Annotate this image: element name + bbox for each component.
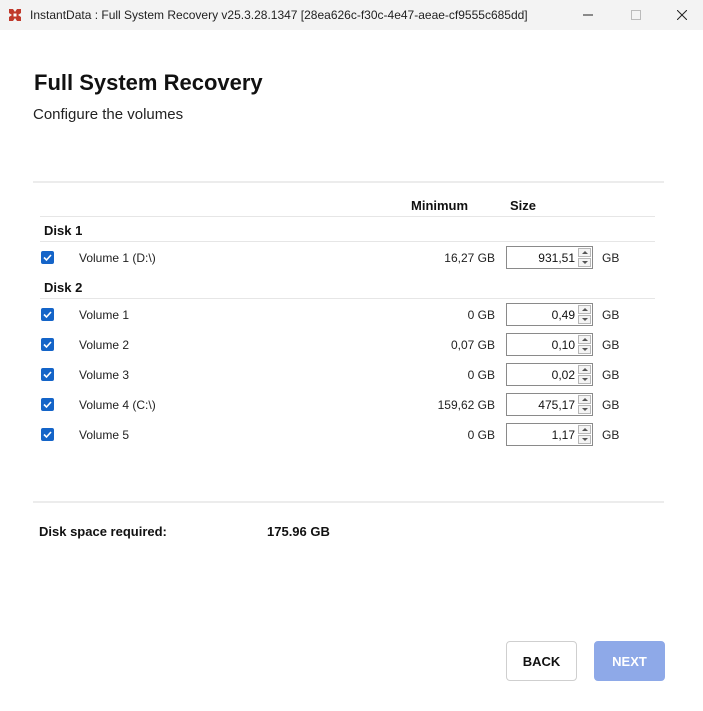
size-unit: GB	[602, 428, 620, 442]
size-unit: GB	[602, 251, 620, 265]
page-title: Full System Recovery	[34, 70, 263, 95]
volume-name: Volume 1 (D:\)	[79, 251, 156, 265]
volume-row: Volume 5 0 GB 1,17 GB	[0, 423, 703, 447]
volume-name: Volume 1	[79, 308, 130, 322]
column-header-minimum: Minimum	[411, 198, 469, 213]
spin-buttons	[578, 365, 591, 384]
volume-checkbox[interactable]	[41, 308, 54, 321]
volume-minimum: 0,07 GB	[450, 338, 495, 352]
checkmark-icon	[43, 431, 52, 439]
divider	[40, 216, 655, 217]
spin-up-icon[interactable]	[578, 365, 591, 374]
column-header-size: Size	[510, 198, 537, 213]
next-button[interactable]: NEXT	[594, 641, 665, 681]
spin-buttons	[578, 305, 591, 324]
disk-label: Disk 2	[44, 280, 83, 295]
spin-down-icon[interactable]	[578, 345, 591, 354]
size-unit: GB	[602, 398, 620, 412]
volume-checkbox[interactable]	[41, 251, 54, 264]
divider	[33, 181, 664, 183]
size-value: 1,17	[551, 428, 575, 442]
spin-down-icon[interactable]	[578, 258, 591, 267]
size-spinbox[interactable]: 1,17	[506, 423, 593, 446]
title-bar: InstantData : Full System Recovery v25.3…	[0, 0, 703, 30]
volume-row: Volume 2 0,07 GB 0,10 GB	[0, 333, 703, 357]
back-button[interactable]: BACK	[506, 641, 577, 681]
disk-space-label: Disk space required:	[39, 524, 167, 539]
volume-checkbox[interactable]	[41, 338, 54, 351]
spin-up-icon[interactable]	[578, 425, 591, 434]
volume-name: Volume 3	[79, 368, 130, 382]
spin-up-icon[interactable]	[578, 335, 591, 344]
volume-name: Volume 2	[79, 338, 130, 352]
maximize-icon	[631, 10, 641, 20]
size-spinbox[interactable]: 931,51	[506, 246, 593, 269]
spin-down-icon[interactable]	[578, 435, 591, 444]
checkmark-icon	[43, 311, 52, 319]
size-unit: GB	[602, 338, 620, 352]
volume-row: Volume 1 0 GB 0,49 GB	[0, 303, 703, 327]
spin-buttons	[578, 425, 591, 444]
volume-name: Volume 5	[79, 428, 130, 442]
size-value: 475,17	[538, 398, 575, 412]
volume-checkbox[interactable]	[41, 398, 54, 411]
page-subtitle: Configure the volumes	[33, 106, 184, 123]
checkmark-icon	[43, 341, 52, 349]
spin-buttons	[578, 395, 591, 414]
close-button[interactable]	[659, 0, 703, 30]
spin-up-icon[interactable]	[578, 248, 591, 257]
volume-minimum: 16,27 GB	[444, 251, 495, 265]
spin-buttons	[578, 248, 591, 267]
size-value: 931,51	[538, 251, 575, 265]
size-value: 0,49	[551, 308, 575, 322]
checkmark-icon	[43, 371, 52, 379]
spin-up-icon[interactable]	[578, 395, 591, 404]
spin-buttons	[578, 335, 591, 354]
maximize-button[interactable]	[613, 0, 659, 30]
size-value: 0,10	[551, 338, 575, 352]
size-spinbox[interactable]: 0,10	[506, 333, 593, 356]
volume-minimum: 159,62 GB	[437, 398, 495, 412]
spin-down-icon[interactable]	[578, 405, 591, 414]
spin-up-icon[interactable]	[578, 305, 591, 314]
app-logo-icon	[9, 9, 21, 21]
volume-name: Volume 4 (C:\)	[79, 398, 156, 412]
disk-space-value: 175.96 GB	[267, 524, 330, 539]
checkmark-icon	[43, 401, 52, 409]
volume-row: Volume 1 (D:\) 16,27 GB 931,51 GB	[0, 246, 703, 270]
close-icon	[677, 10, 687, 20]
spin-down-icon[interactable]	[578, 315, 591, 324]
size-unit: GB	[602, 308, 620, 322]
size-spinbox[interactable]: 475,17	[506, 393, 593, 416]
divider	[33, 501, 664, 503]
volume-row: Volume 4 (C:\) 159,62 GB 475,17 GB	[0, 393, 703, 417]
spin-down-icon[interactable]	[578, 375, 591, 384]
volume-row: Volume 3 0 GB 0,02 GB	[0, 363, 703, 387]
minimize-icon	[583, 14, 593, 16]
volume-checkbox[interactable]	[41, 428, 54, 441]
window-title: InstantData : Full System Recovery v25.3…	[30, 8, 528, 22]
checkmark-icon	[43, 254, 52, 262]
size-value: 0,02	[551, 368, 575, 382]
size-spinbox[interactable]: 0,49	[506, 303, 593, 326]
disk-label: Disk 1	[44, 223, 83, 238]
size-unit: GB	[602, 368, 620, 382]
divider	[40, 298, 655, 299]
size-spinbox[interactable]: 0,02	[506, 363, 593, 386]
divider	[40, 241, 655, 242]
minimize-button[interactable]	[565, 0, 611, 30]
volume-minimum: 0 GB	[467, 368, 495, 382]
volume-minimum: 0 GB	[467, 428, 495, 442]
volume-checkbox[interactable]	[41, 368, 54, 381]
volume-minimum: 0 GB	[467, 308, 495, 322]
